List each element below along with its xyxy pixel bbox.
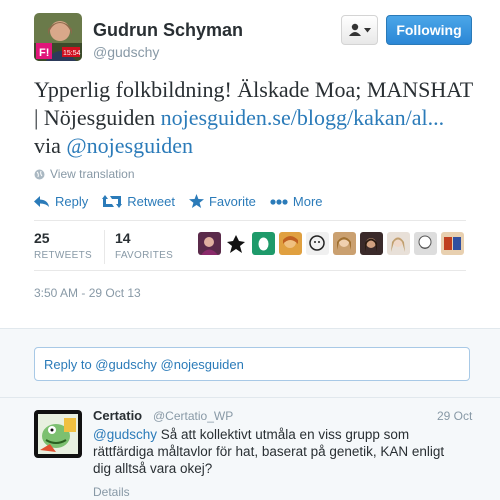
user-icon (349, 23, 361, 36)
favorites-stat[interactable]: 14 FAVORITES (115, 230, 173, 264)
stats-separator (103, 230, 105, 264)
favoriter-avatar[interactable] (279, 232, 302, 255)
reply-timestamp[interactable]: 29 Oct (437, 409, 472, 423)
reply-tweet[interactable]: Certatio @Certatio_WP 29 Oct @gudschy Så… (0, 398, 500, 500)
user-actions-dropdown[interactable] (341, 15, 378, 45)
favoriter-avatar[interactable] (252, 232, 275, 255)
svg-text:F!: F! (39, 47, 49, 59)
favoriter-avatar[interactable] (198, 232, 221, 255)
reply-label: Reply (55, 194, 89, 209)
favoriter-avatar[interactable] (414, 232, 437, 255)
view-translation[interactable]: View translation (34, 167, 135, 181)
reply-user-handle[interactable]: @Certatio_WP (153, 409, 233, 423)
retweets-count: 25 (34, 230, 50, 246)
reply-mention[interactable]: @gudschy (93, 427, 157, 442)
following-button[interactable]: Following (386, 15, 472, 45)
favoriter-avatar[interactable] (387, 232, 410, 255)
reply-text: @gudschy Så att kollektivt utmåla en vis… (93, 426, 463, 477)
favoriter-avatar[interactable] (441, 232, 464, 255)
favorites-label: FAVORITES (114, 250, 174, 261)
retweet-icon (102, 195, 123, 208)
favoriter-avatar[interactable] (306, 232, 329, 255)
favorites-count: 14 (114, 230, 131, 246)
more-dots-icon (270, 198, 288, 205)
reply-action[interactable]: Reply (34, 194, 88, 209)
favoriters-avatars (198, 232, 464, 255)
reply-user-name[interactable]: Certatio (93, 408, 142, 423)
view-translation-label: View translation (50, 167, 135, 181)
reply-details-link[interactable]: Details (93, 485, 130, 499)
favoriter-avatar[interactable] (333, 232, 356, 255)
reply-area: Reply to @gudschy @nojesguiden (0, 328, 500, 398)
favoriter-avatar[interactable] (360, 232, 383, 255)
favorite-label: Favorite (208, 194, 256, 209)
tweet-text: Ypperlig folkbildning! Älskade Moa; MANS… (34, 76, 474, 160)
tweet-permalink: F! 15:54 Gudrun Schyman @gudschy Followi… (0, 0, 500, 328)
favoriter-avatar[interactable] (225, 232, 248, 255)
star-icon (188, 194, 204, 208)
retweet-label: Retweet (127, 194, 175, 209)
more-label: More (292, 194, 323, 209)
tweet-text-part2: via (34, 133, 67, 158)
svg-text:15:54: 15:54 (63, 50, 81, 57)
user-fullname[interactable]: Gudrun Schyman (93, 20, 243, 41)
tweet-timestamp[interactable]: 3:50 AM - 29 Oct 13 (34, 286, 141, 300)
tweet-stats: 25 RETWEETS 14 FAVORITES (34, 230, 197, 264)
favorite-action[interactable]: Favorite (188, 194, 256, 209)
tweet-link[interactable]: nojesguiden.se/blogg/kakan/al... (161, 105, 445, 130)
user-screenname[interactable]: @gudschy (93, 44, 159, 60)
tweet-mention[interactable]: @nojesguiden (66, 133, 193, 158)
reply-user-avatar[interactable] (34, 410, 82, 458)
user-avatar[interactable]: F! 15:54 (34, 13, 82, 61)
reply-input[interactable]: Reply to @gudschy @nojesguiden (34, 347, 470, 381)
retweets-label: RETWEETS (34, 250, 92, 261)
tweet-actions: Reply Retweet Favorite More (34, 194, 337, 209)
reply-icon (34, 195, 49, 207)
retweet-action[interactable]: Retweet (102, 194, 175, 209)
globe-icon (34, 169, 45, 179)
stats-top-divider (34, 220, 466, 221)
stats-bottom-divider (34, 270, 466, 271)
retweets-stat[interactable]: 25 RETWEETS (34, 230, 92, 264)
caret-down-icon (364, 27, 371, 32)
more-action[interactable]: More (270, 194, 323, 209)
